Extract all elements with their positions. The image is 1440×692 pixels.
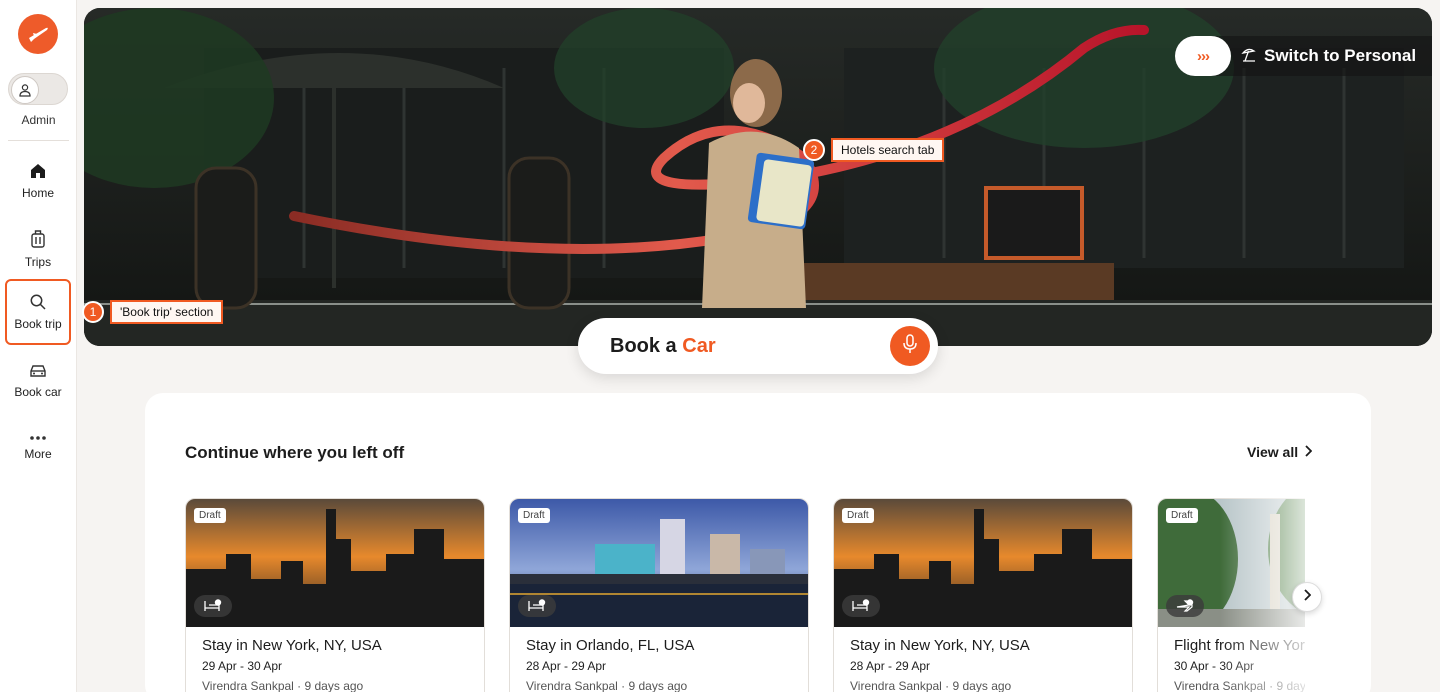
beach-umbrella-icon [1241, 46, 1257, 67]
trip-dates: 30 Apr - 30 Apr [1174, 659, 1255, 673]
sidebar-item-more[interactable]: More [5, 415, 71, 481]
trip-card[interactable]: Draft Stay in New York, NY, USA 29 Apr -… [185, 498, 485, 692]
chevron-right-icon [1303, 588, 1312, 606]
book-search-pill[interactable]: Book a Car [578, 318, 938, 374]
trip-meta: Virendra Sankpal · 9 days ago [526, 679, 688, 692]
trip-meta: Virendra Sankpal · 9 days ago [1174, 679, 1305, 692]
trip-dates: 29 Apr - 30 Apr [202, 659, 283, 673]
voice-search-button[interactable] [890, 326, 930, 366]
book-accent: Car [682, 334, 716, 357]
profile-label: Admin [21, 113, 56, 127]
account-mode-toggle[interactable] [8, 73, 68, 105]
sidebar-item-home[interactable]: Home [5, 148, 71, 214]
view-all-link[interactable]: View all [1247, 444, 1313, 460]
sidebar-item-book-car[interactable]: Book car [5, 348, 71, 414]
callout-label: 'Book trip' section [110, 300, 224, 324]
trip-cards-carousel: Draft Stay in New York, NY, USA 29 Apr -… [185, 498, 1305, 692]
search-icon [29, 293, 47, 311]
trip-image: Draft [510, 499, 808, 627]
plane-logo-icon[interactable] [18, 14, 58, 54]
switch-label: Switch to Personal [1264, 46, 1417, 65]
view-all-label: View all [1247, 444, 1299, 460]
microphone-icon [902, 333, 918, 359]
sidebar-item-label: Book trip [14, 317, 62, 331]
car-icon [28, 363, 48, 379]
book-heading: Book a Car [610, 335, 716, 358]
draft-badge: Draft [842, 508, 874, 523]
sidebar-item-trips[interactable]: Trips [5, 216, 71, 282]
draft-badge: Draft [194, 508, 226, 523]
hotel-bed-icon [518, 595, 556, 617]
sidebar-item-label: Book car [14, 385, 62, 399]
section-title: Continue where you left off [185, 443, 405, 462]
home-icon [29, 162, 47, 180]
luggage-icon [29, 229, 47, 249]
book-prefix: Book a [610, 334, 683, 357]
hotel-bed-icon [194, 595, 232, 617]
trip-card[interactable]: Draft Flight from New York 30 Apr - 30 A… [1157, 498, 1305, 692]
trip-meta: Virendra Sankpal · 9 days ago [202, 679, 364, 692]
trip-image: Draft [1158, 499, 1305, 627]
callout-label: Hotels search tab [831, 138, 945, 162]
switch-to-personal-button[interactable]: ››› Switch to Personal [1175, 36, 1432, 76]
trip-image: Draft [186, 499, 484, 627]
user-icon [11, 76, 39, 104]
hero-banner: ››› Switch to Personal [84, 8, 1432, 346]
sidebar-item-label: Home [21, 186, 54, 200]
chevrons-icon: ››› [1175, 36, 1231, 76]
flight-icon [1166, 595, 1204, 617]
trip-title: Stay in Orlando, FL, USA [526, 637, 695, 654]
callout-number: 2 [803, 139, 825, 161]
trip-title: Flight from New York [1174, 637, 1305, 654]
continue-section: Continue where you left off View all Dra… [145, 393, 1371, 692]
draft-badge: Draft [1166, 508, 1198, 523]
chevron-right-icon [1304, 444, 1313, 460]
sidebar-divider [8, 140, 69, 141]
sidebar: Admin Home Trips Book trip Book car More [0, 0, 77, 692]
draft-badge: Draft [518, 508, 550, 523]
carousel-next-button[interactable] [1292, 582, 1322, 612]
callout-number: 1 [82, 301, 104, 323]
trip-card[interactable]: Draft Stay in New York, NY, USA 28 Apr -… [833, 498, 1133, 692]
trip-dates: 28 Apr - 29 Apr [850, 659, 931, 673]
hotel-bed-icon [842, 595, 880, 617]
trip-title: Stay in New York, NY, USA [202, 637, 382, 654]
trip-dates: 28 Apr - 29 Apr [526, 659, 607, 673]
sidebar-item-book-trip[interactable]: Book trip [5, 279, 71, 345]
sidebar-item-label: Trips [24, 255, 52, 269]
trip-image: Draft [834, 499, 1132, 627]
trip-card[interactable]: Draft Stay in Orlando, FL, USA 28 Apr - … [509, 498, 809, 692]
more-dots-icon [29, 435, 47, 441]
trip-title: Stay in New York, NY, USA [850, 637, 1030, 654]
trip-meta: Virendra Sankpal · 9 days ago [850, 679, 1012, 692]
sidebar-item-label: More [24, 447, 52, 461]
